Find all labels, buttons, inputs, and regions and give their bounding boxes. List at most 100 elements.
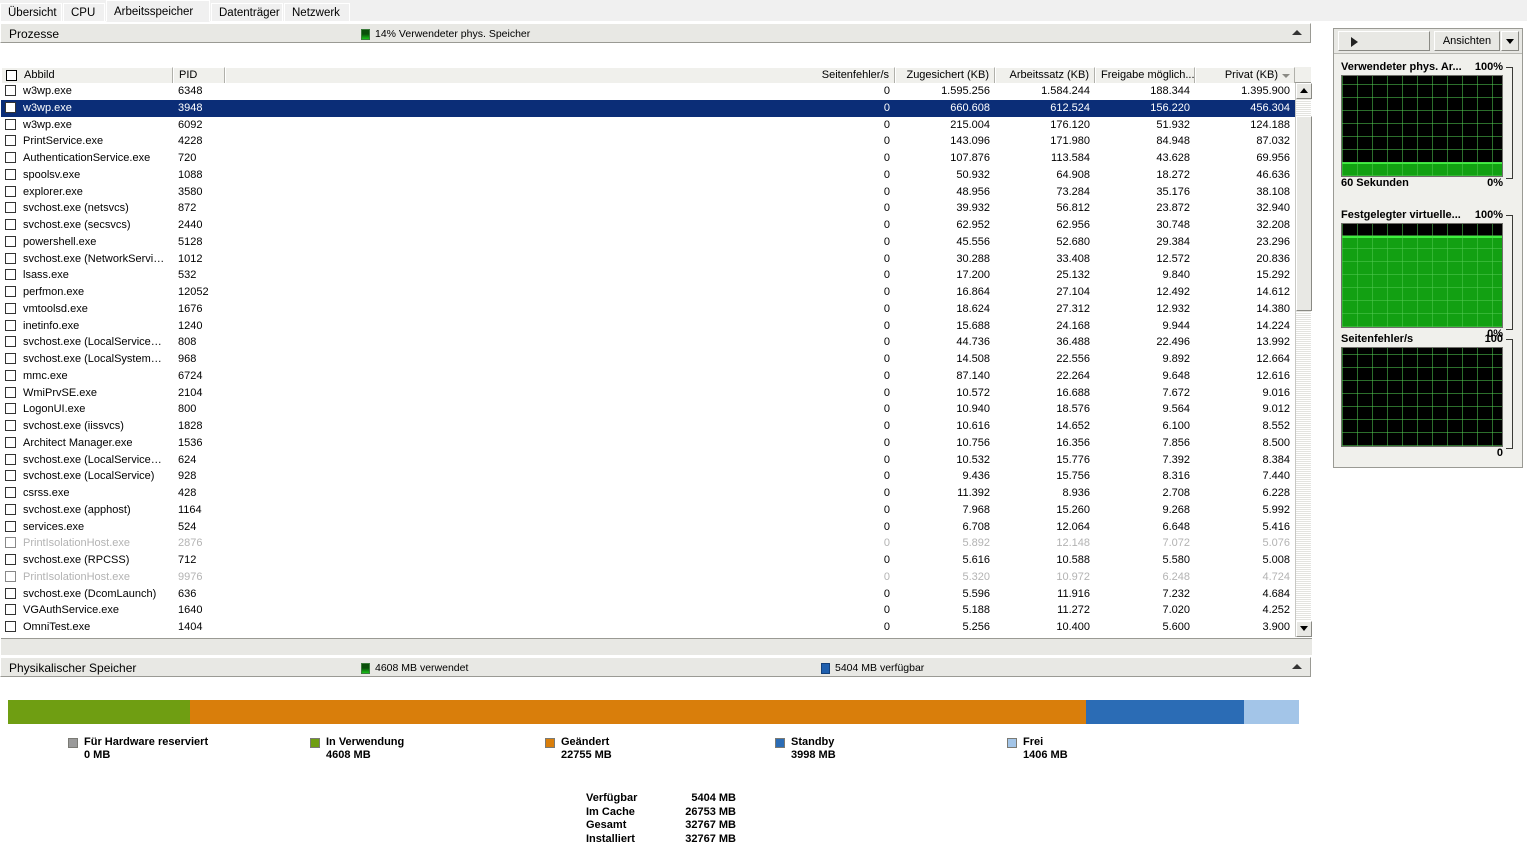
row-checkbox[interactable] bbox=[5, 353, 16, 364]
tab-cpu[interactable]: CPU bbox=[63, 3, 105, 21]
row-checkbox[interactable] bbox=[5, 554, 16, 565]
row-checkbox[interactable] bbox=[5, 504, 16, 515]
row-checkbox[interactable] bbox=[5, 521, 16, 532]
table-row[interactable]: svchost.exe (LocalSystemNetwo...968014.5… bbox=[1, 351, 1311, 368]
row-checkbox[interactable] bbox=[5, 236, 16, 247]
cell-commit: 10.756 bbox=[895, 435, 995, 452]
triangle-up-icon[interactable] bbox=[1292, 664, 1302, 669]
row-checkbox[interactable] bbox=[5, 370, 16, 381]
table-row[interactable]: PrintIsolationHost.exe997605.32010.9726.… bbox=[1, 569, 1311, 586]
cell-text: 33.408 bbox=[1056, 253, 1090, 265]
cell-text: 0 bbox=[884, 437, 890, 449]
row-checkbox[interactable] bbox=[5, 202, 16, 213]
process-table-scrollbar[interactable] bbox=[1295, 83, 1311, 637]
column-header-commit[interactable]: Zugesichert (KB) bbox=[895, 67, 995, 83]
table-row[interactable]: svchost.exe (LocalService)92809.43615.75… bbox=[1, 468, 1311, 485]
cell-image: vmtoolsd.exe bbox=[1, 301, 173, 318]
table-row[interactable]: lsass.exe532017.20025.1329.84015.292 bbox=[1, 267, 1311, 284]
table-row[interactable]: services.exe52406.70812.0646.6485.416 bbox=[1, 519, 1311, 536]
cell-text: 6.708 bbox=[962, 521, 990, 533]
graph-title: Seitenfehler/s bbox=[1341, 333, 1413, 345]
table-row[interactable]: perfmon.exe12052016.86427.10412.49214.61… bbox=[1, 284, 1311, 301]
table-row[interactable]: explorer.exe3580048.95673.28435.17638.10… bbox=[1, 184, 1311, 201]
row-checkbox[interactable] bbox=[5, 470, 16, 481]
row-checkbox[interactable] bbox=[5, 336, 16, 347]
row-checkbox[interactable] bbox=[5, 186, 16, 197]
table-row[interactable]: svchost.exe (RPCSS)71205.61610.5885.5805… bbox=[1, 552, 1311, 569]
table-row[interactable]: svchost.exe (LocalServiceNoNet...624010.… bbox=[1, 452, 1311, 469]
scrollbar-thumb[interactable] bbox=[1296, 116, 1312, 311]
column-header-image[interactable]: Abbild bbox=[1, 67, 173, 83]
table-row[interactable]: spoolsv.exe1088050.93264.90818.27246.636 bbox=[1, 167, 1311, 184]
table-row[interactable]: powershell.exe5128045.55652.68029.38423.… bbox=[1, 234, 1311, 251]
row-checkbox[interactable] bbox=[5, 387, 16, 398]
row-checkbox[interactable] bbox=[5, 253, 16, 264]
views-button[interactable]: Ansichten bbox=[1434, 31, 1500, 51]
row-checkbox[interactable] bbox=[5, 454, 16, 465]
table-row[interactable]: svchost.exe (iissvcs)1828010.61614.6526.… bbox=[1, 418, 1311, 435]
row-checkbox[interactable] bbox=[5, 303, 16, 314]
row-checkbox[interactable] bbox=[5, 169, 16, 180]
row-checkbox[interactable] bbox=[5, 135, 16, 146]
row-checkbox[interactable] bbox=[5, 588, 16, 599]
table-row[interactable]: svchost.exe (secsvcs)2440062.95262.95630… bbox=[1, 217, 1311, 234]
table-row[interactable]: mmc.exe6724087.14022.2649.64812.616 bbox=[1, 368, 1311, 385]
column-header-shareable[interactable]: Freigabe möglich... bbox=[1095, 67, 1195, 83]
tab-netzwerk[interactable]: Netzwerk bbox=[284, 3, 350, 21]
row-checkbox[interactable] bbox=[5, 403, 16, 414]
table-row[interactable]: svchost.exe (NetworkService)1012030.2883… bbox=[1, 251, 1311, 268]
tab-uebersicht[interactable]: Übersicht bbox=[0, 3, 62, 21]
row-checkbox[interactable] bbox=[5, 420, 16, 431]
table-row[interactable]: AuthenticationService.exe7200107.876113.… bbox=[1, 150, 1311, 167]
table-row[interactable]: w3wp.exe39480660.608612.524156.220456.30… bbox=[1, 100, 1311, 117]
table-row[interactable]: w3wp.exe60920215.004176.12051.932124.188 bbox=[1, 117, 1311, 134]
panel-expand-button[interactable] bbox=[1338, 31, 1430, 51]
processes-section-header[interactable]: Prozesse 14% Verwendeter phys. Speicher bbox=[0, 23, 1311, 43]
process-table-horizontal-scrollbar[interactable] bbox=[1, 638, 1312, 655]
row-checkbox[interactable] bbox=[5, 286, 16, 297]
scroll-down-button[interactable] bbox=[1296, 621, 1312, 637]
table-row[interactable]: VGAuthService.exe164005.18811.2727.0204.… bbox=[1, 602, 1311, 619]
cell-image: svchost.exe (RPCSS) bbox=[1, 552, 173, 569]
row-checkbox[interactable] bbox=[5, 621, 16, 632]
summary-row: Gesamt32767 MB bbox=[586, 819, 736, 833]
row-checkbox[interactable] bbox=[5, 604, 16, 615]
table-row[interactable]: OmniTest.exe140405.25610.4005.6003.900 bbox=[1, 619, 1311, 636]
table-row[interactable]: LogonUI.exe800010.94018.5769.5649.012 bbox=[1, 401, 1311, 418]
row-checkbox[interactable] bbox=[5, 320, 16, 331]
table-row[interactable]: w3wp.exe634801.595.2561.584.244188.3441.… bbox=[1, 83, 1311, 100]
table-row[interactable]: Architect Manager.exe1536010.75616.3567.… bbox=[1, 435, 1311, 452]
views-dropdown-button[interactable] bbox=[1501, 31, 1519, 51]
column-header-working[interactable]: Arbeitssatz (KB) bbox=[995, 67, 1095, 83]
table-row[interactable]: svchost.exe (DcomLaunch)63605.59611.9167… bbox=[1, 586, 1311, 603]
row-checkbox[interactable] bbox=[5, 102, 16, 113]
physical-memory-header[interactable]: Physikalischer Speicher 4608 MB verwende… bbox=[0, 657, 1311, 677]
row-checkbox[interactable] bbox=[5, 219, 16, 230]
table-row[interactable]: svchost.exe (LocalServiceNetwo...808044.… bbox=[1, 334, 1311, 351]
tab-arbeitsspeicher[interactable]: Arbeitsspeicher bbox=[106, 0, 210, 22]
row-checkbox[interactable] bbox=[5, 119, 16, 130]
row-checkbox[interactable] bbox=[5, 437, 16, 448]
row-checkbox[interactable] bbox=[5, 152, 16, 163]
table-row[interactable]: PrintIsolationHost.exe287605.89212.1487.… bbox=[1, 535, 1311, 552]
process-table-body[interactable]: w3wp.exe634801.595.2561.584.244188.3441.… bbox=[1, 83, 1311, 637]
column-header-private[interactable]: Privat (KB) bbox=[1195, 67, 1295, 83]
tab-datentraeger[interactable]: Datenträger bbox=[211, 3, 283, 21]
table-row[interactable]: PrintService.exe42280143.096171.98084.94… bbox=[1, 133, 1311, 150]
row-checkbox[interactable] bbox=[5, 85, 16, 96]
row-checkbox[interactable] bbox=[5, 487, 16, 498]
table-row[interactable]: vmtoolsd.exe1676018.62427.31212.93214.38… bbox=[1, 301, 1311, 318]
scroll-up-button[interactable] bbox=[1296, 83, 1312, 99]
triangle-up-icon[interactable] bbox=[1292, 30, 1302, 35]
table-row[interactable]: WmiPrvSE.exe2104010.57216.6887.6729.016 bbox=[1, 385, 1311, 402]
row-checkbox[interactable] bbox=[5, 537, 16, 548]
row-checkbox[interactable] bbox=[5, 269, 16, 280]
select-all-checkbox[interactable] bbox=[6, 70, 17, 81]
table-row[interactable]: svchost.exe (netsvcs)872039.93256.81223.… bbox=[1, 200, 1311, 217]
table-row[interactable]: inetinfo.exe1240015.68824.1689.94414.224 bbox=[1, 318, 1311, 335]
table-row[interactable]: svchost.exe (apphost)116407.96815.2609.2… bbox=[1, 502, 1311, 519]
column-header-pid[interactable]: PID bbox=[173, 67, 225, 83]
table-row[interactable]: csrss.exe428011.3928.9362.7086.228 bbox=[1, 485, 1311, 502]
column-header-faults[interactable]: Seitenfehler/s bbox=[225, 67, 895, 83]
row-checkbox[interactable] bbox=[5, 571, 16, 582]
